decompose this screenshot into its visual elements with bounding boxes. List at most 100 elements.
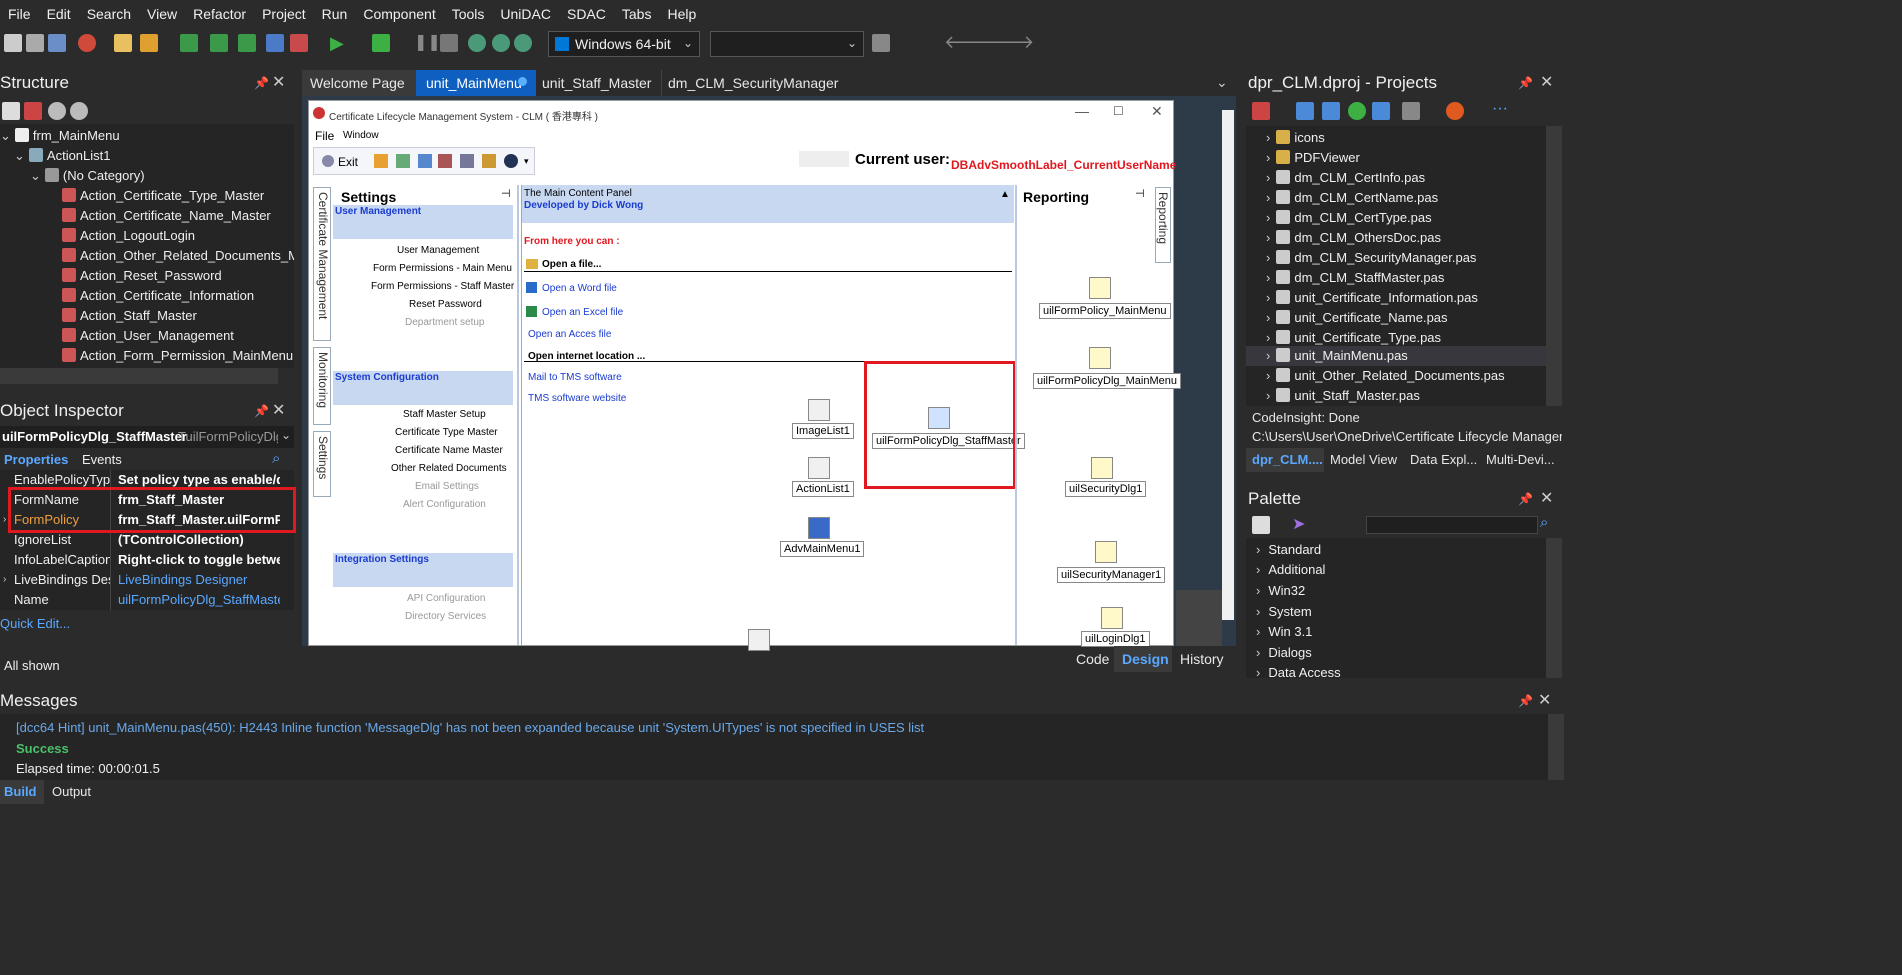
view-icon[interactable] <box>1402 102 1420 120</box>
tree-node-action[interactable]: Action_User_Management <box>62 326 234 346</box>
key-icon[interactable] <box>1101 607 1123 629</box>
tree-node-action[interactable]: Action_Reset_Password <box>62 266 222 286</box>
activate-icon[interactable] <box>1446 102 1464 120</box>
menu-file[interactable]: File <box>0 6 39 22</box>
palette-search-input[interactable] <box>1366 516 1538 534</box>
more-icon[interactable]: ··· <box>1492 100 1508 118</box>
palette-category[interactable]: › Data Access <box>1250 663 1341 677</box>
component-securitydlg[interactable]: uilSecurityDlg1 <box>1065 481 1147 497</box>
forward-icon[interactable]: 🡒 <box>986 32 1034 53</box>
new-file-icon[interactable] <box>114 34 132 52</box>
component-icon[interactable] <box>748 629 770 651</box>
close-icon[interactable]: ✕ <box>272 400 285 420</box>
tab-multi-device[interactable]: Multi-Devi... <box>1486 452 1555 467</box>
pin-icon[interactable]: 📌 <box>1518 694 1533 708</box>
tab-settings[interactable]: Settings <box>313 431 331 497</box>
new-icon[interactable] <box>4 34 22 52</box>
messages-vscrollbar[interactable] <box>1548 714 1564 780</box>
property-row[interactable]: › LiveBindings Desi LiveBindings Designer <box>0 570 294 590</box>
toolbar-icon[interactable] <box>418 154 432 168</box>
sync-icon[interactable] <box>1348 102 1366 120</box>
palette-category[interactable]: › Additional <box>1250 560 1325 580</box>
stop-debug-icon[interactable] <box>440 34 458 52</box>
project-file[interactable]: › dm_CLM_StaffMaster.pas <box>1250 268 1546 288</box>
menu-refactor[interactable]: Refactor <box>185 6 254 22</box>
link-open-word[interactable]: Open a Word file <box>542 283 617 294</box>
menu-view[interactable]: View <box>139 6 185 22</box>
form-designer[interactable]: Certificate Lifecycle Management System … <box>308 100 1181 651</box>
form-menu-window[interactable]: Window <box>343 130 379 141</box>
options-icon[interactable] <box>1372 102 1390 120</box>
actionlist-icon[interactable] <box>808 457 830 479</box>
pause-icon[interactable]: ❚❚ <box>414 32 441 52</box>
palette-category[interactable]: › Standard <box>1250 540 1321 560</box>
link-api-configuration[interactable]: API Configuration <box>407 593 485 604</box>
link-reset-password[interactable]: Reset Password <box>409 299 482 310</box>
tree-node-action[interactable]: Action_Staff_Master <box>62 306 197 326</box>
link-other-related-documents[interactable]: Other Related Documents <box>391 463 507 474</box>
link-tms-website[interactable]: TMS software website <box>528 393 626 404</box>
project-file[interactable]: › dm_CLM_CertType.pas <box>1250 208 1546 228</box>
save-as-icon[interactable] <box>238 34 256 52</box>
property-row[interactable]: Name uilFormPolicyDlg_StaffMaster <box>0 590 294 610</box>
component-logindlg[interactable]: uilLoginDlg1 <box>1081 631 1150 647</box>
maximize-icon[interactable]: ☐ <box>1113 104 1124 118</box>
mainmenu-icon[interactable] <box>808 517 830 539</box>
project-folder[interactable]: › PDFViewer <box>1250 148 1546 168</box>
component-imagelist[interactable]: ImageList1 <box>792 423 854 439</box>
link-email-settings[interactable]: Email Settings <box>415 481 479 492</box>
search-icon[interactable]: ⌕ <box>1540 514 1548 531</box>
component-actionlist[interactable]: ActionList1 <box>792 481 854 497</box>
stop-icon[interactable] <box>78 34 96 52</box>
tab-welcome[interactable]: Welcome Page <box>302 70 416 96</box>
close-icon[interactable]: ✕ <box>1540 72 1553 92</box>
new-items-icon[interactable] <box>26 34 44 52</box>
link-form-permissions-staff[interactable]: Form Permissions - Staff Master <box>371 281 514 292</box>
property-row[interactable]: InfoLabelCaption Right-click to toggle be… <box>0 550 294 570</box>
remove-file-icon[interactable] <box>290 34 308 52</box>
design-vscrollbar[interactable] <box>1222 110 1234 620</box>
menu-project[interactable]: Project <box>254 6 314 22</box>
link-department-setup[interactable]: Department setup <box>405 317 485 328</box>
link-form-permissions-main[interactable]: Form Permissions - Main Menu <box>373 263 512 274</box>
toolbar-icon[interactable] <box>396 154 410 168</box>
component-securitymanager[interactable]: uilSecurityManager1 <box>1057 567 1166 583</box>
add-icon[interactable] <box>1296 102 1314 120</box>
tab-reporting[interactable]: Reporting <box>1155 187 1171 263</box>
project-file[interactable]: › dm_CLM_CertInfo.pas <box>1250 168 1546 188</box>
component-formpolicy-mainmenu[interactable]: uilFormPolicy_MainMenu <box>1039 303 1171 319</box>
link-user-management[interactable]: User Management <box>397 245 479 256</box>
tab-dm-security[interactable]: dm_CLM_SecurityManager <box>662 70 848 96</box>
key-icon[interactable] <box>1089 347 1111 369</box>
tab-design[interactable]: Design <box>1114 646 1172 672</box>
tree-node-action[interactable]: Action_Certificate_Name_Master <box>62 206 271 226</box>
toolbar-icon[interactable] <box>438 154 452 168</box>
key-icon[interactable] <box>1089 277 1111 299</box>
menu-sdac[interactable]: SDAC <box>559 6 614 22</box>
refresh-icon[interactable] <box>872 34 890 52</box>
tab-code[interactable]: Code <box>1076 651 1109 667</box>
toolbar-icon[interactable] <box>460 154 474 168</box>
platform-select[interactable]: Windows 64-bit ⌄ <box>548 31 700 57</box>
tab-data-explorer[interactable]: Data Expl... <box>1410 452 1477 467</box>
project-file[interactable]: › unit_Staff_Master.pas <box>1250 386 1546 406</box>
open-project-icon[interactable] <box>48 34 66 52</box>
tree-node-category[interactable]: ⌄ (No Category) <box>30 166 145 186</box>
collapse-icon[interactable]: ▲ <box>1000 189 1010 200</box>
project-file[interactable]: › unit_Other_Related_Documents.pas <box>1250 366 1546 386</box>
menu-component[interactable]: Component <box>355 6 443 22</box>
pin-icon[interactable]: ⊣ <box>1135 187 1145 200</box>
step-over-icon[interactable] <box>468 34 486 52</box>
tab-properties[interactable]: Properties <box>4 452 68 467</box>
build-icon[interactable] <box>1252 102 1270 120</box>
project-file[interactable]: › unit_Certificate_Information.pas <box>1250 288 1546 308</box>
link-certificate-type-master[interactable]: Certificate Type Master <box>395 427 498 438</box>
trace-into-icon[interactable] <box>492 34 510 52</box>
delete-icon[interactable] <box>24 102 42 120</box>
project-folder[interactable]: › icons <box>1250 128 1546 148</box>
quick-edit-link[interactable]: Quick Edit... <box>0 616 70 631</box>
pin-icon[interactable]: 📌 <box>254 404 269 418</box>
section-integration-settings[interactable]: Integration Settings <box>335 554 429 565</box>
new-icon[interactable] <box>1252 516 1270 534</box>
new-item-icon[interactable] <box>2 102 20 120</box>
